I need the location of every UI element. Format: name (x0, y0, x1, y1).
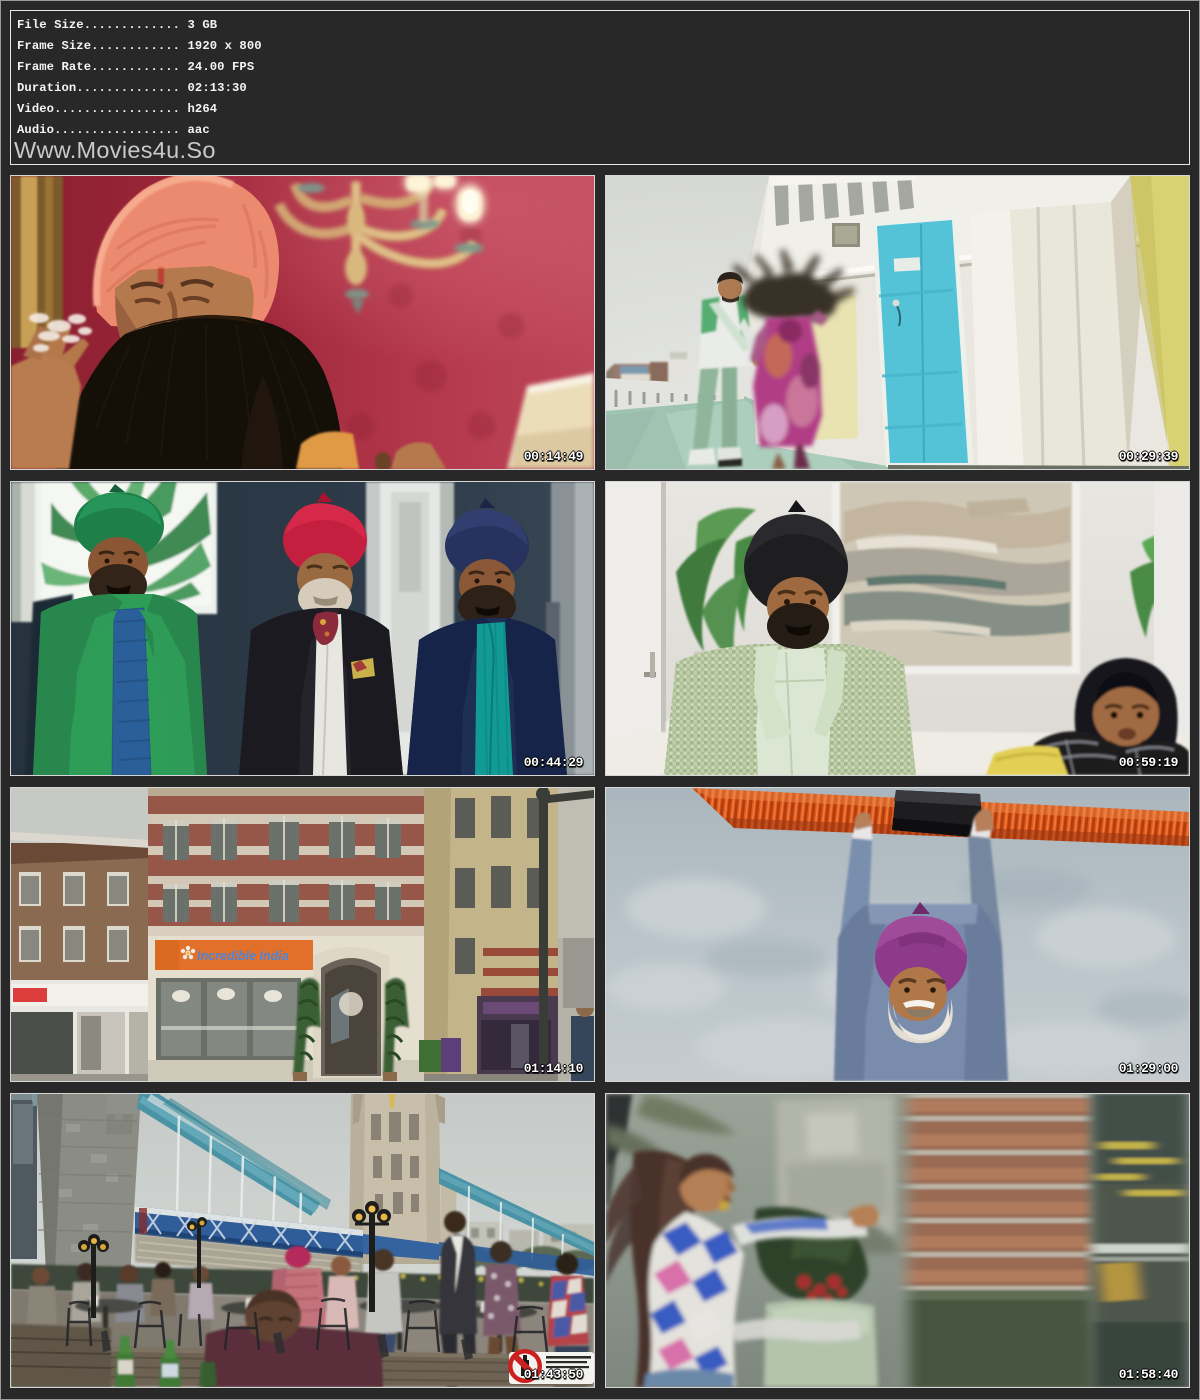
svg-text:Incredible India: Incredible India (197, 949, 289, 963)
